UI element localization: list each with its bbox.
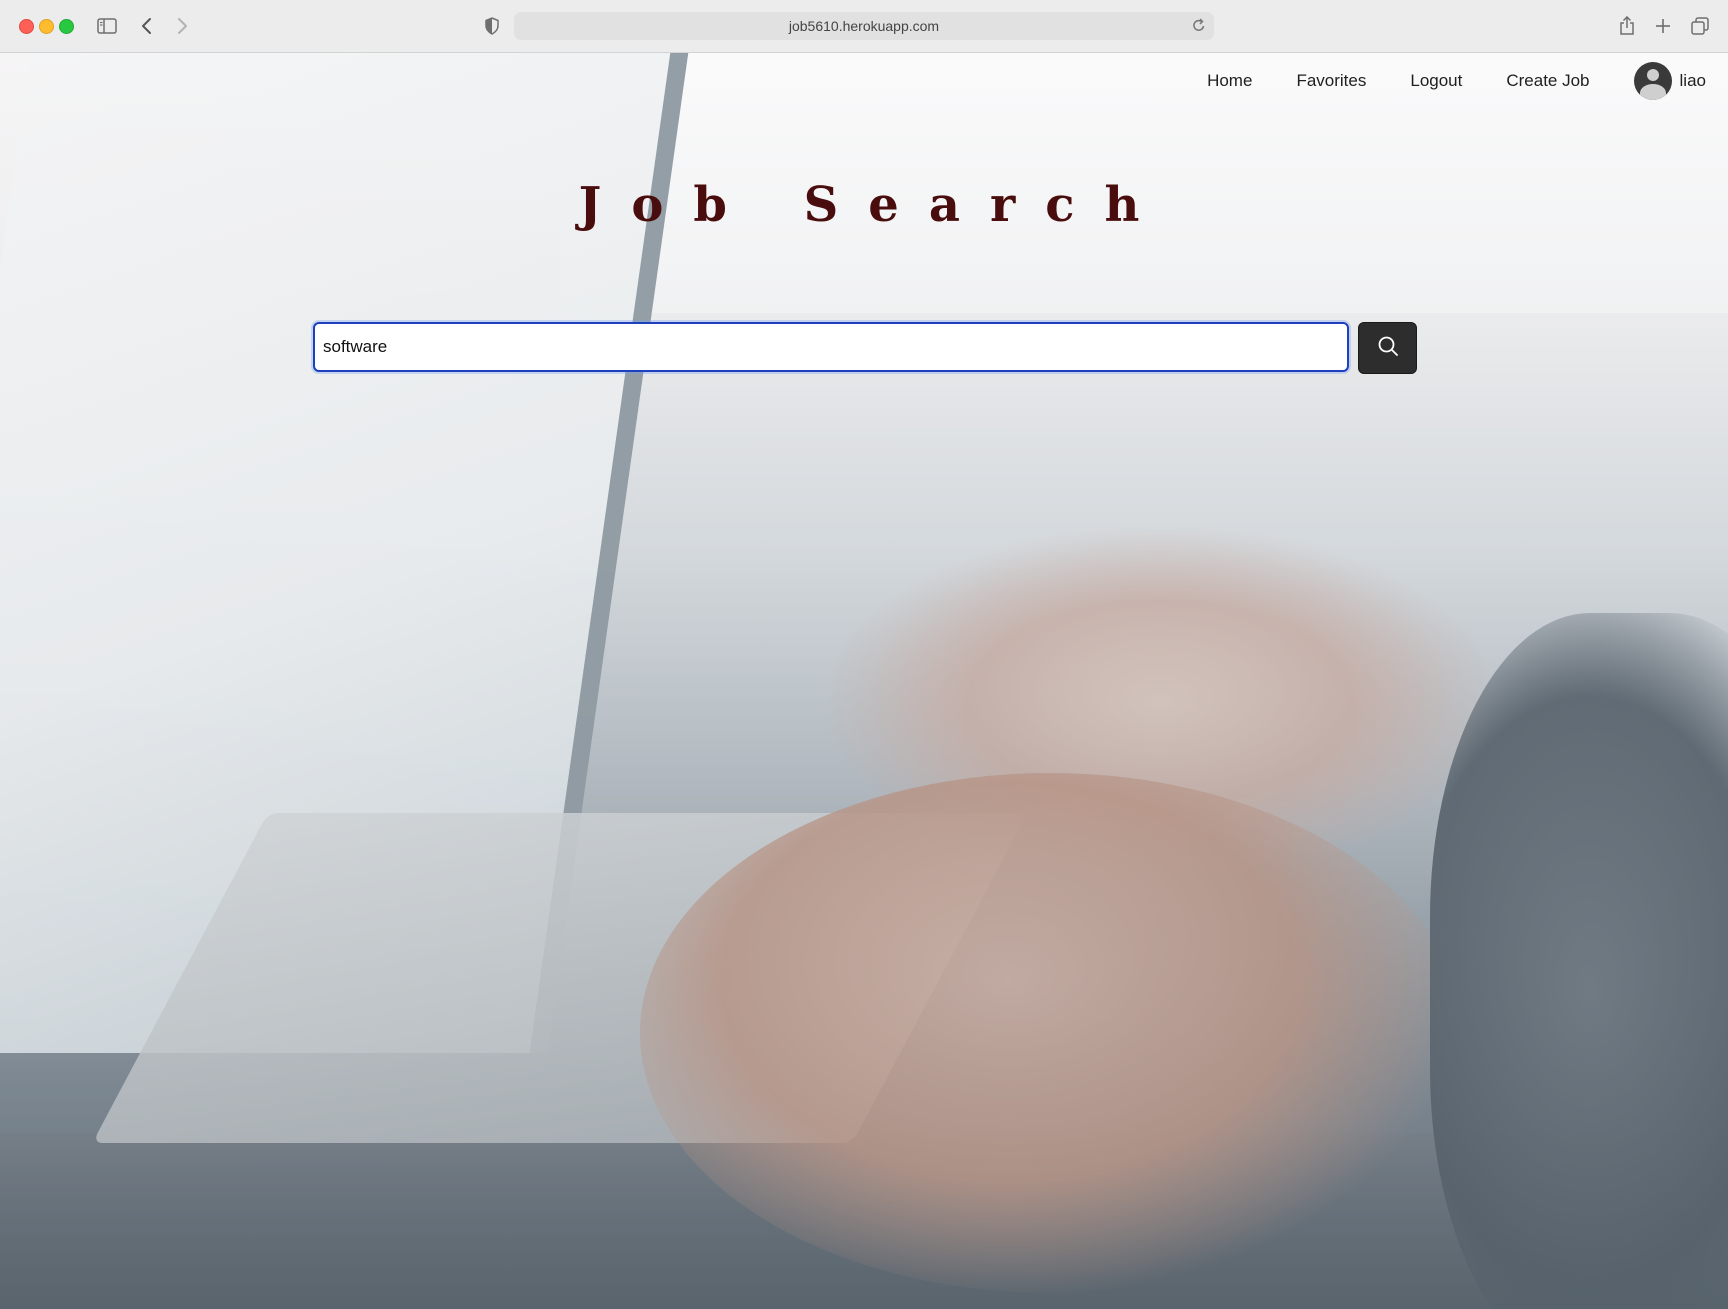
- browser-toolbar: job5610.herokuapp.com: [0, 0, 1728, 53]
- search-button[interactable]: [1358, 322, 1417, 374]
- nav-favorites-link[interactable]: Favorites: [1296, 71, 1366, 91]
- zoom-window-button[interactable]: [59, 19, 74, 34]
- close-window-button[interactable]: [19, 19, 34, 34]
- background-sleeve-shape: [1430, 613, 1728, 1309]
- user-menu[interactable]: liao: [1633, 61, 1706, 100]
- forward-icon[interactable]: [170, 14, 194, 38]
- share-icon[interactable]: [1615, 14, 1639, 38]
- username: liao: [1679, 70, 1706, 90]
- nav-create-job-link[interactable]: Create Job: [1506, 71, 1589, 91]
- search-icon: [1377, 335, 1399, 362]
- page-title: Job Search: [578, 177, 1170, 233]
- nav-home-link[interactable]: Home: [1207, 71, 1252, 91]
- reload-icon[interactable]: [1192, 17, 1206, 36]
- privacy-shield-icon[interactable]: [480, 14, 504, 38]
- background-hand-shape: [640, 773, 1460, 1293]
- browser-window: job5610.herokuapp.com Home Favorites Log…: [0, 0, 1728, 1309]
- search-input[interactable]: [313, 322, 1349, 372]
- sidebar-icon[interactable]: [95, 14, 119, 38]
- page-content: Home Favorites Logout Create Job liao Jo…: [0, 53, 1728, 1309]
- user-avatar-icon: [1633, 61, 1672, 100]
- address-bar[interactable]: job5610.herokuapp.com: [514, 12, 1214, 40]
- new-tab-icon[interactable]: [1651, 14, 1675, 38]
- minimize-window-button[interactable]: [39, 19, 54, 34]
- top-nav: Home Favorites Logout Create Job liao: [1207, 53, 1728, 108]
- nav-logout-link[interactable]: Logout: [1410, 71, 1462, 91]
- back-icon[interactable]: [135, 14, 159, 38]
- tab-overview-icon[interactable]: [1688, 14, 1712, 38]
- url-text: job5610.herokuapp.com: [788, 18, 940, 34]
